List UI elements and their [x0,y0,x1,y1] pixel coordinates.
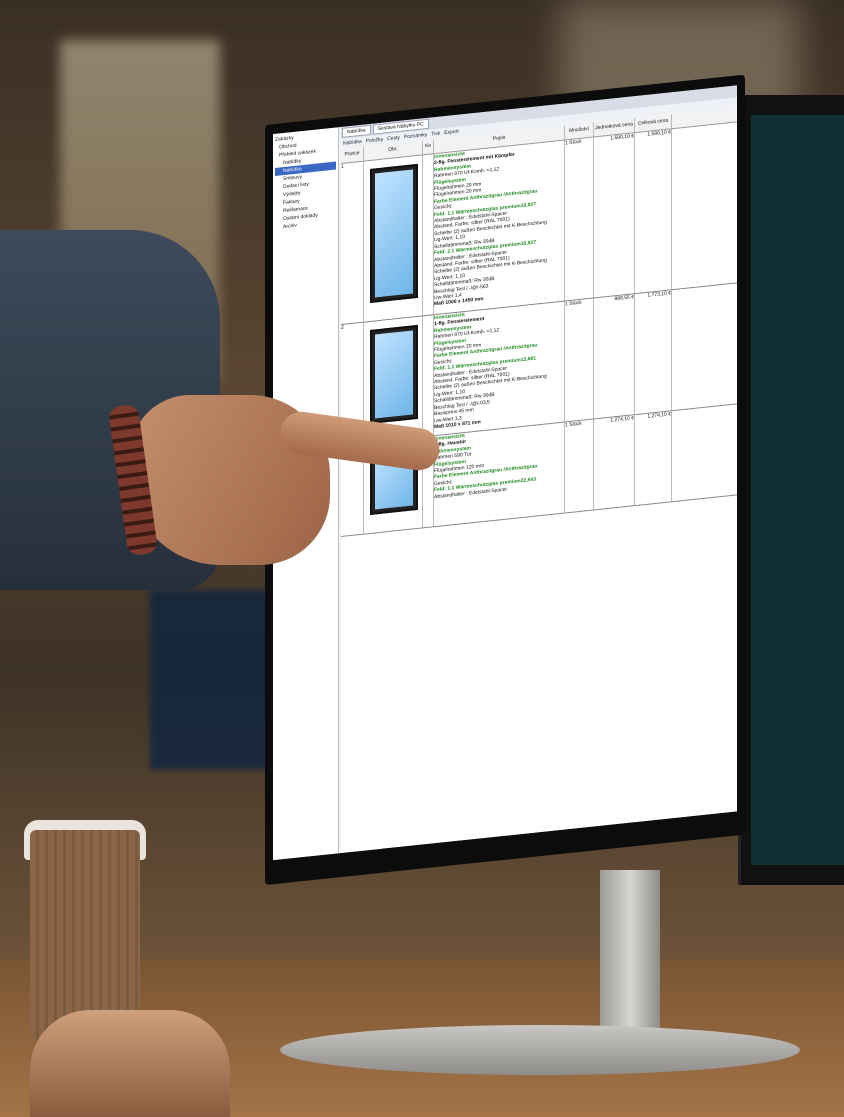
total-price-cell: 1.590,10 € [635,129,672,294]
monitor-base [280,1025,800,1075]
second-monitor [738,95,844,885]
column-header: Pozice [341,146,364,164]
glass-pane [375,330,413,419]
description-cell: Innenansicht 1-flg. Fensterelement Rahmens… [434,301,565,436]
quantity-cell: 1 Stück [565,298,594,422]
items-table: Pozice Obr. Ks Popis Množství Jednotková cena… [341,107,737,854]
position-cell: 1 [341,161,364,325]
total-price-cell: 1.773,10 € [635,290,672,415]
quantity-cell: 1 Stück [565,419,594,513]
glass-pane [375,169,413,298]
description-cell: Innenansicht 1-flg. Haustür Rahmensystem Ra… [434,422,565,527]
monitor-stand [600,870,660,1030]
unit-price-cell: 1.590,10 € [594,133,635,298]
count-cell [423,315,434,437]
description-cell: Innenansicht 2-flg. Fensterelement mit Kä… [434,140,565,315]
unit-price-cell: 886,55 € [594,294,635,419]
column-header: Ks [423,139,434,155]
count-cell [423,154,434,316]
unit-price-cell: 1.274,10 € [594,415,635,510]
window-drawing [370,324,418,424]
monitor: Zakázky Obchod Přehled zakázek Nabídky Nabíd… [265,74,745,885]
window-drawing [370,163,418,303]
table-body: 1 Innenansicht 2-flg. Fensterelement mit K… [341,122,737,538]
total-price-cell: 1.274,10 € [635,411,672,506]
drawing-cell [364,155,423,322]
main-panel: Nabídka Sestava Nábytku PC Nabídka Položky… [341,85,737,854]
photo-scene: Zakázky Obchod Přehled zakázek Nabídky Nabíd… [0,0,844,1117]
second-hand [30,1010,230,1117]
coffee-cup [30,830,140,1040]
quantity-cell: 1 Stück [565,137,594,301]
monitor-screen: Zakázky Obchod Přehled zakázek Nabídky Nabíd… [273,85,737,861]
